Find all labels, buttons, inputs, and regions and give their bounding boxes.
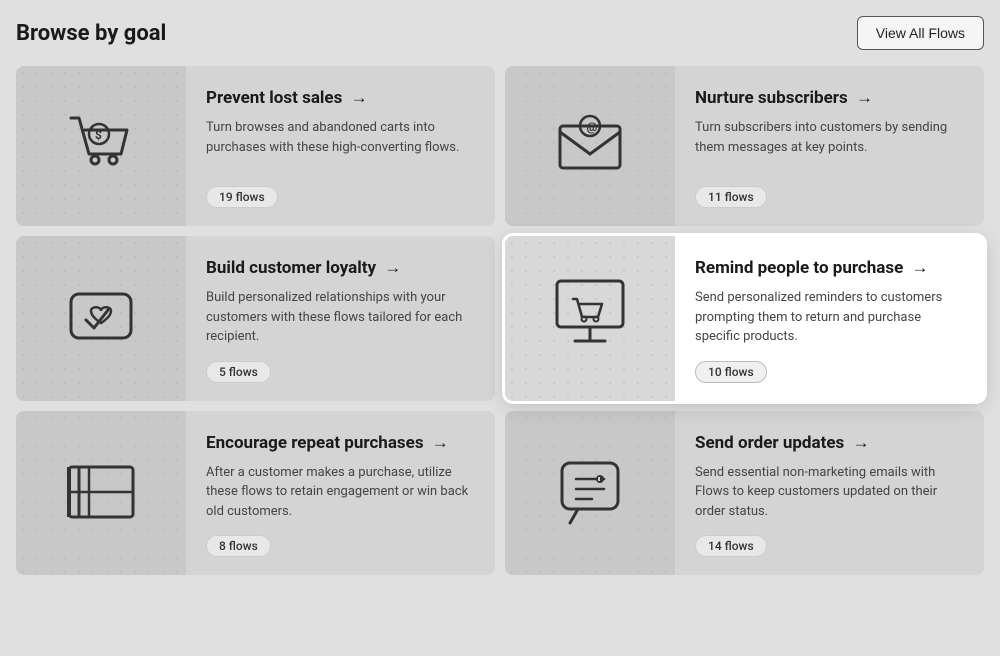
card-icon-area-prevent-lost-sales: $ <box>16 66 186 226</box>
page-title: Browse by goal <box>16 21 166 46</box>
card-description-prevent-lost-sales: Turn browses and abandoned carts into pu… <box>206 118 475 172</box>
card-prevent-lost-sales[interactable]: $ Prevent lost sales → Turn browses and … <box>16 66 495 226</box>
envelope-icon: @ <box>550 104 630 188</box>
card-content-build-customer-loyalty: Build customer loyalty → Build personali… <box>186 236 495 401</box>
card-send-order-updates[interactable]: Send order updates → Send essential non-… <box>505 411 984 576</box>
card-arrow-build-customer-loyalty: → <box>384 258 401 278</box>
header: Browse by goal View All Flows <box>16 16 984 50</box>
card-title-build-customer-loyalty: Build customer loyalty → <box>206 258 475 278</box>
card-description-build-customer-loyalty: Build personalized relationships with yo… <box>206 288 475 347</box>
cards-grid: $ Prevent lost sales → Turn browses and … <box>16 66 984 575</box>
monitor-cart-icon <box>545 271 635 365</box>
card-description-send-order-updates: Send essential non-marketing emails with… <box>695 463 964 522</box>
card-arrow-remind-people-to-purchase: → <box>912 258 929 278</box>
flow-badge-encourage-repeat-purchases: 8 flows <box>206 535 271 557</box>
card-icon-area-encourage-repeat-purchases <box>16 411 186 576</box>
card-content-send-order-updates: Send order updates → Send essential non-… <box>675 411 984 576</box>
card-content-remind-people-to-purchase: Remind people to purchase → Send persona… <box>675 236 984 401</box>
card-icon-area-build-customer-loyalty <box>16 236 186 401</box>
book-icon <box>61 451 141 535</box>
card-icon-area-nurture-subscribers: @ <box>505 66 675 226</box>
flow-badge-nurture-subscribers: 11 flows <box>695 186 767 208</box>
card-build-customer-loyalty[interactable]: Build customer loyalty → Build personali… <box>16 236 495 401</box>
card-arrow-send-order-updates: → <box>852 433 869 453</box>
card-description-nurture-subscribers: Turn subscribers into customers by sendi… <box>695 118 964 172</box>
card-icon-area-remind-people-to-purchase <box>505 236 675 401</box>
card-description-encourage-repeat-purchases: After a customer makes a purchase, utili… <box>206 463 475 522</box>
flow-badge-remind-people-to-purchase: 10 flows <box>695 361 767 383</box>
card-arrow-prevent-lost-sales: → <box>351 88 368 108</box>
card-arrow-nurture-subscribers: → <box>856 88 873 108</box>
card-title-remind-people-to-purchase: Remind people to purchase → <box>695 258 964 278</box>
svg-text:$: $ <box>95 128 102 142</box>
card-nurture-subscribers[interactable]: @ Nurture subscribers → Turn subscribers… <box>505 66 984 226</box>
cart-dollar-icon: $ <box>61 104 141 188</box>
flow-badge-send-order-updates: 14 flows <box>695 535 767 557</box>
card-remind-people-to-purchase[interactable]: Remind people to purchase → Send persona… <box>505 236 984 401</box>
svg-text:@: @ <box>587 120 598 134</box>
view-all-flows-button[interactable]: View All Flows <box>857 16 984 50</box>
card-title-prevent-lost-sales: Prevent lost sales → <box>206 88 475 108</box>
card-arrow-encourage-repeat-purchases: → <box>432 433 449 453</box>
card-content-nurture-subscribers: Nurture subscribers → Turn subscribers i… <box>675 66 984 226</box>
card-description-remind-people-to-purchase: Send personalized reminders to customers… <box>695 288 964 347</box>
flow-badge-prevent-lost-sales: 19 flows <box>206 186 278 208</box>
card-title-encourage-repeat-purchases: Encourage repeat purchases → <box>206 433 475 453</box>
heart-chat-icon <box>61 276 141 360</box>
card-title-send-order-updates: Send order updates → <box>695 433 964 453</box>
card-content-prevent-lost-sales: Prevent lost sales → Turn browses and ab… <box>186 66 495 226</box>
card-content-encourage-repeat-purchases: Encourage repeat purchases → After a cus… <box>186 411 495 576</box>
card-encourage-repeat-purchases[interactable]: Encourage repeat purchases → After a cus… <box>16 411 495 576</box>
chat-list-icon <box>550 451 630 535</box>
card-icon-area-send-order-updates <box>505 411 675 576</box>
page-wrapper: Browse by goal View All Flows $ Prevent … <box>0 0 1000 656</box>
card-title-nurture-subscribers: Nurture subscribers → <box>695 88 964 108</box>
flow-badge-build-customer-loyalty: 5 flows <box>206 361 271 383</box>
